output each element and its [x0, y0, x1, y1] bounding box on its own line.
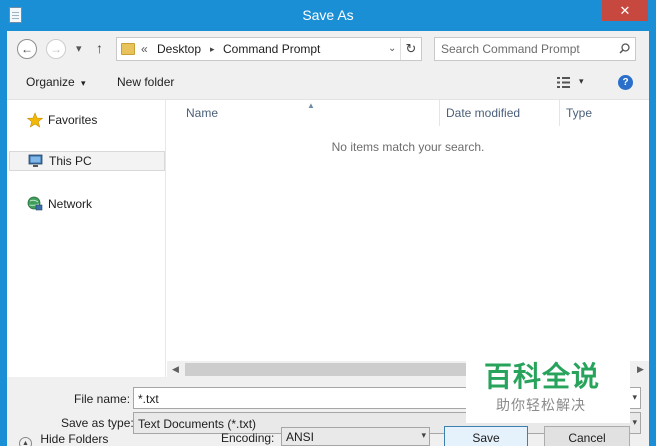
breadcrumb-overflow[interactable]: «	[141, 42, 148, 56]
up-button[interactable]: ↑	[96, 39, 103, 57]
sort-ascending-icon: ▲	[307, 101, 315, 110]
column-divider[interactable]	[559, 100, 560, 126]
search-box[interactable]	[434, 37, 636, 61]
computer-icon	[28, 154, 43, 167]
encoding-select[interactable]: ANSI ▾	[281, 427, 430, 446]
encoding-label-text: Encoding:	[221, 431, 275, 445]
chevron-up-icon: ▲	[19, 437, 32, 446]
star-icon	[27, 112, 43, 128]
scroll-left-button[interactable]: ◀	[167, 361, 184, 378]
help-icon[interactable]: ?	[618, 75, 633, 90]
close-button[interactable]: ✕	[602, 0, 648, 21]
sidebar-item-label: Network	[48, 197, 93, 211]
chevron-down-icon[interactable]: ▾	[421, 430, 426, 441]
breadcrumb-desktop[interactable]: Desktop	[157, 42, 201, 56]
file-name-value: *.txt	[138, 392, 159, 406]
search-icon[interactable]	[619, 43, 630, 54]
sidebar-item-this-pc[interactable]: This PC	[9, 151, 165, 171]
breadcrumb-command-prompt[interactable]: Command Prompt	[223, 42, 320, 56]
watermark-title: 百科全说	[484, 360, 601, 393]
forward-button[interactable]: →	[46, 39, 66, 59]
encoding-label: Encoding:	[221, 431, 274, 445]
new-folder-button[interactable]: New folder	[117, 75, 174, 89]
watermark-subtitle: 助你轻松解决	[496, 398, 586, 414]
organize-button[interactable]: Organize ▾	[26, 75, 86, 89]
sidebar-item-favorites[interactable]: Favorites	[9, 110, 165, 130]
column-header-date-modified[interactable]: Date modified	[446, 106, 520, 120]
column-divider[interactable]	[439, 100, 440, 126]
title-bar: Save As ✕	[0, 0, 656, 31]
save-button[interactable]: Save	[444, 426, 528, 446]
folder-icon	[121, 43, 135, 55]
view-dropdown-icon[interactable]: ▾	[579, 76, 584, 87]
cancel-button[interactable]: Cancel	[544, 426, 630, 446]
file-list: ▲ Name Date modified Type No items match…	[167, 100, 649, 378]
column-header-name[interactable]: Name	[186, 106, 218, 120]
address-bar[interactable]: « Desktop ▸ Command Prompt ⌄ ↻	[116, 37, 422, 61]
chevron-down-icon[interactable]: ▾	[632, 417, 637, 428]
navigation-bar: ← → ▾ ↑ « Desktop ▸ Command Prompt ⌄ ↻	[7, 31, 649, 67]
refresh-button[interactable]: ↻	[400, 38, 421, 60]
window-title: Save As	[302, 7, 354, 23]
hide-folders-label: Hide Folders	[40, 432, 109, 446]
save-as-type-label: Save as type:	[61, 416, 134, 430]
sidebar-item-label: This PC	[49, 154, 92, 168]
breadcrumb-separator[interactable]: ▸	[210, 42, 215, 57]
save-as-type-value: Text Documents (*.txt)	[138, 417, 257, 431]
watermark: 百科全说 助你轻松解决	[466, 341, 630, 423]
network-icon	[27, 196, 43, 211]
sidebar-item-label: Favorites	[48, 113, 98, 127]
empty-message: No items match your search.	[331, 140, 485, 154]
content-area: Favorites This PC Network ▲ Name Date mo…	[7, 99, 649, 378]
view-options-icon[interactable]	[557, 76, 570, 89]
address-dropdown-icon[interactable]: ⌄	[388, 43, 396, 54]
hide-folders-toggle[interactable]: ▲ Hide Folders	[19, 432, 108, 446]
column-header-type[interactable]: Type	[566, 106, 592, 120]
sidebar-item-network[interactable]: Network	[9, 194, 165, 214]
organize-label: Organize	[26, 75, 75, 89]
scroll-right-button[interactable]: ▶	[632, 361, 649, 378]
navigation-pane: Favorites This PC Network	[7, 100, 166, 378]
file-name-label: File name:	[74, 392, 131, 406]
command-bar: Organize ▾ New folder ▾ ?	[7, 67, 649, 99]
search-input[interactable]	[441, 41, 611, 57]
chevron-down-icon: ▾	[81, 78, 86, 88]
recent-locations-dropdown[interactable]: ▾	[76, 41, 82, 57]
encoding-value: ANSI	[286, 430, 315, 444]
chevron-down-icon[interactable]: ▾	[632, 392, 637, 403]
back-button[interactable]: ←	[17, 39, 37, 59]
